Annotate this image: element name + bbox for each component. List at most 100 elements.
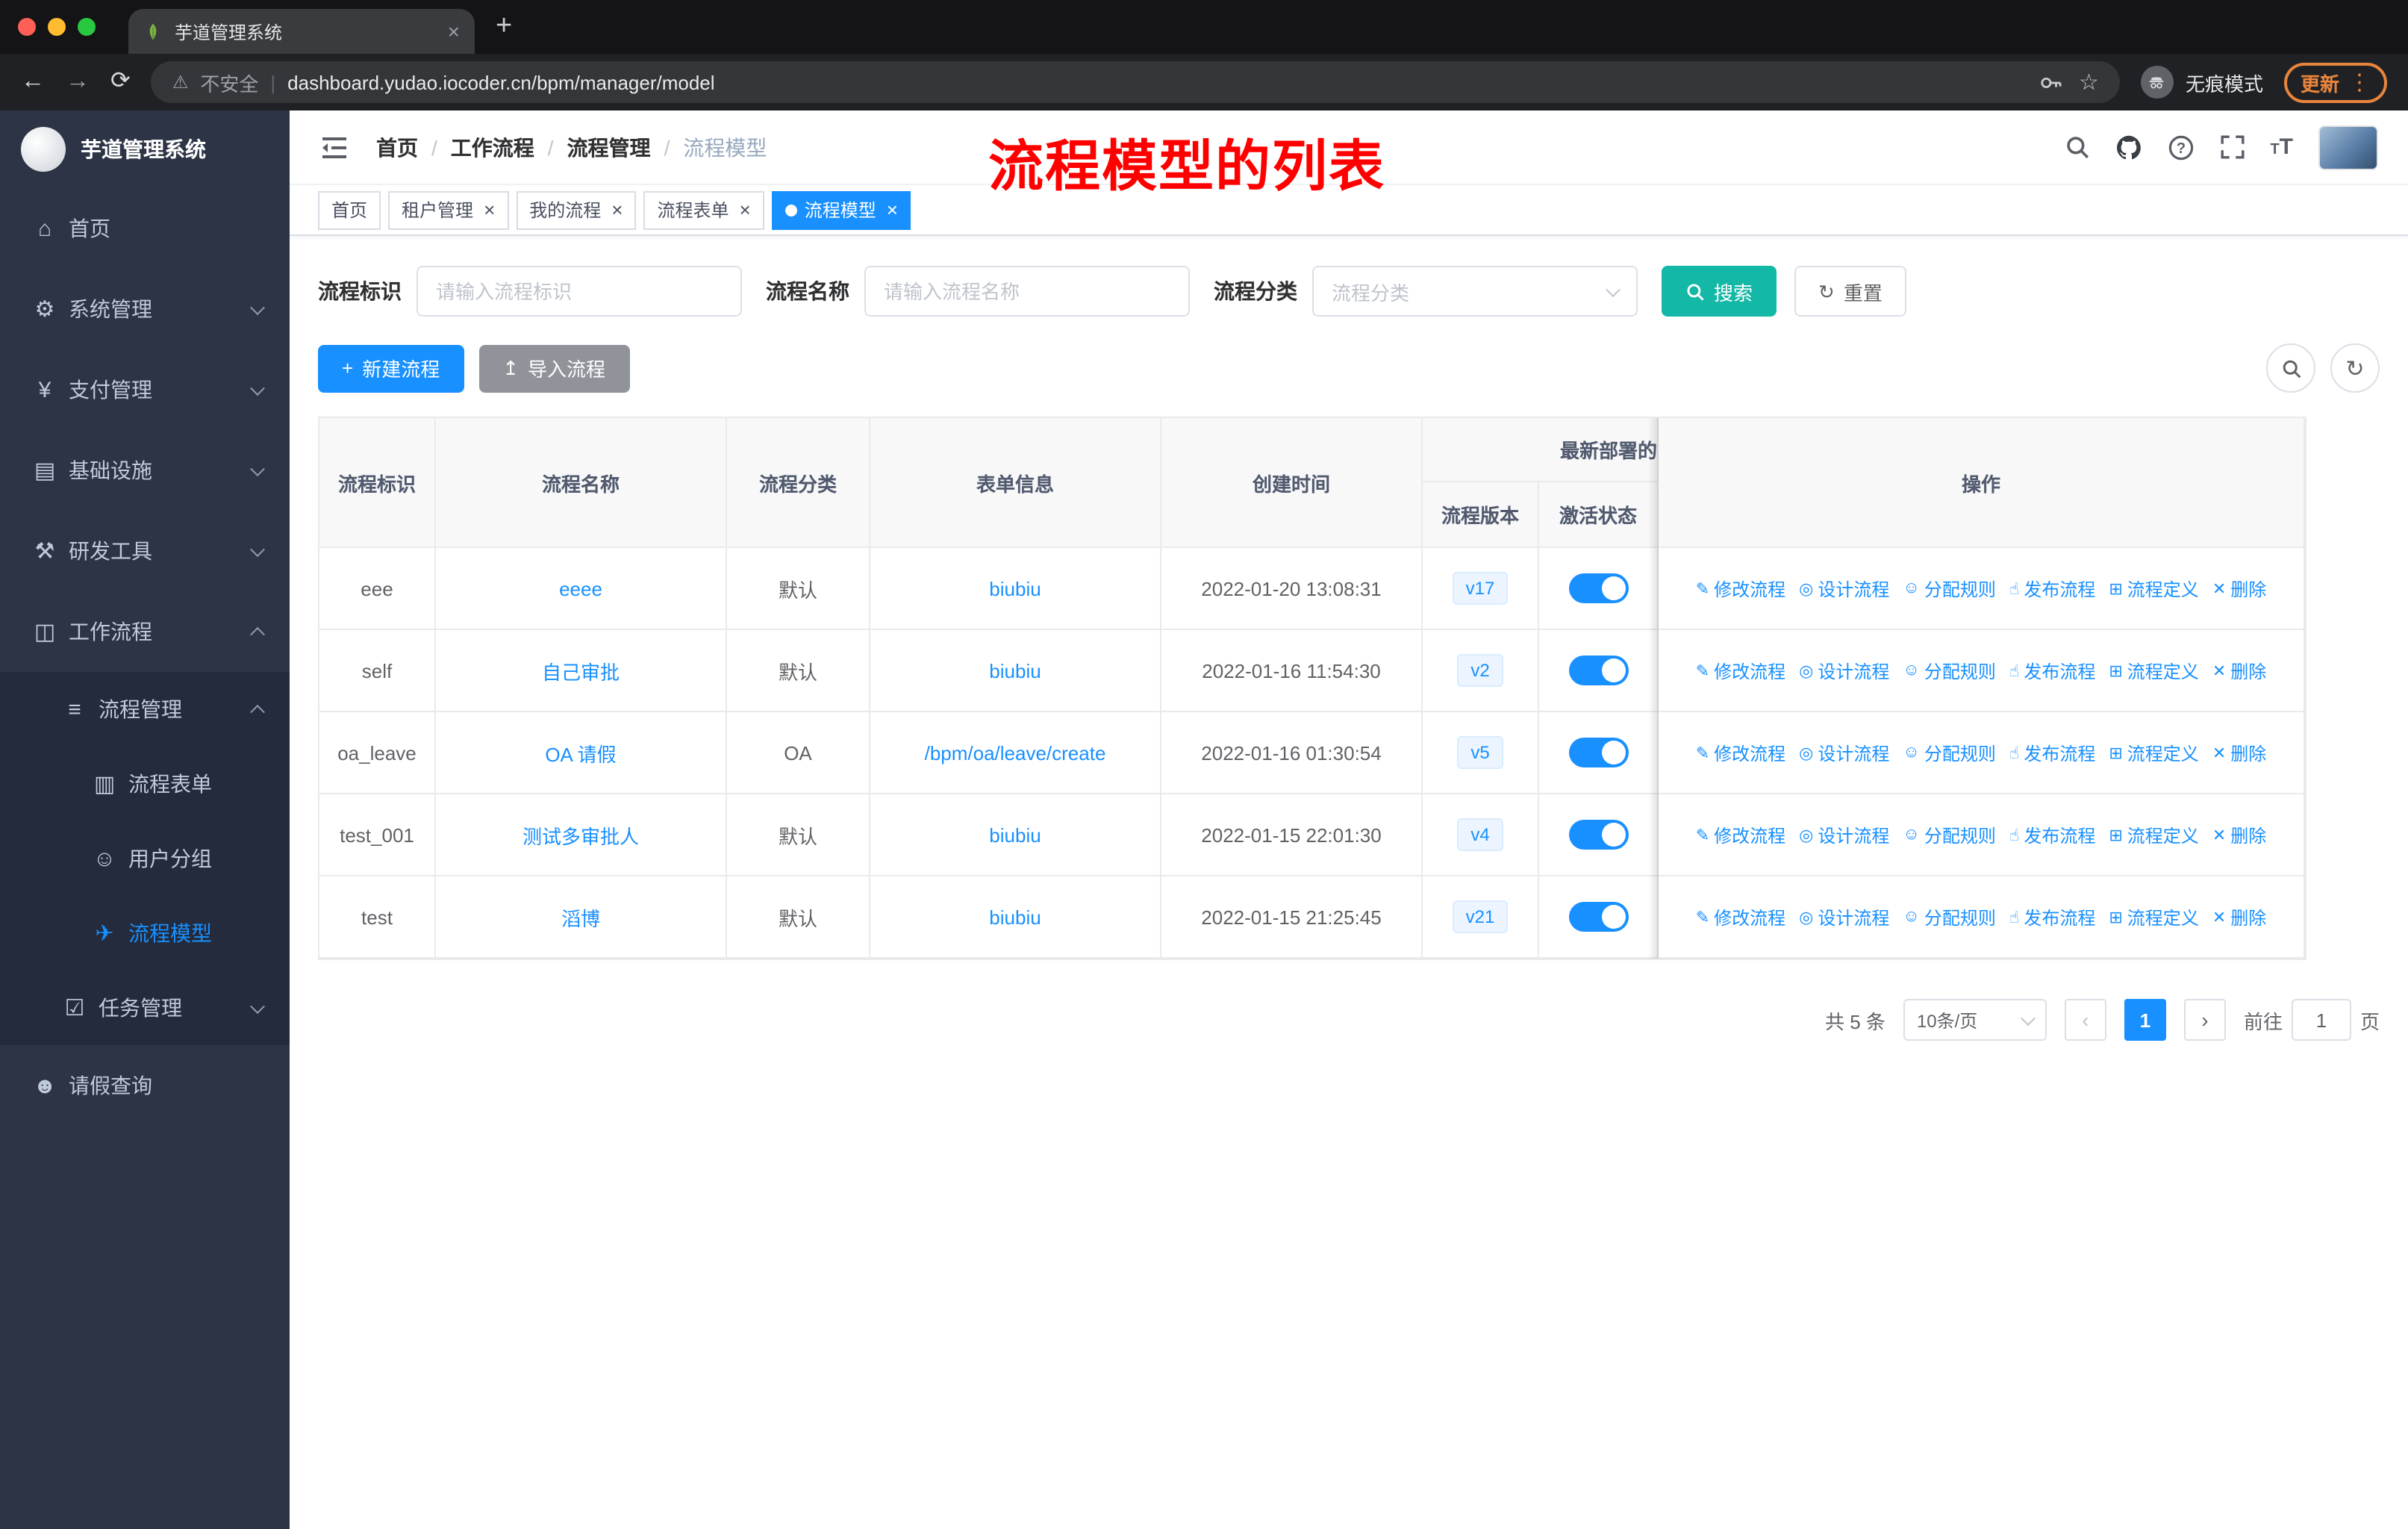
breadcrumb-home[interactable]: 首页 bbox=[376, 132, 418, 162]
action-design[interactable]: ◎ 设计流程 bbox=[1799, 740, 1889, 765]
github-icon[interactable] bbox=[2115, 134, 2142, 161]
prev-page-button[interactable]: ‹ bbox=[2064, 999, 2106, 1041]
action-definition[interactable]: ⊞ 流程定义 bbox=[2109, 904, 2198, 929]
action-publish[interactable]: ☝ 发布流程 bbox=[2009, 658, 2095, 683]
sidebar-item-process-management[interactable]: ≡ 流程管理 bbox=[0, 672, 290, 747]
action-modify[interactable]: ✎ 修改流程 bbox=[1696, 658, 1785, 683]
action-assign[interactable]: ☺ 分配规则 bbox=[1903, 576, 1996, 601]
password-key-icon[interactable] bbox=[2039, 71, 2061, 93]
goto-page-input[interactable] bbox=[2291, 999, 2351, 1041]
sidebar-item-home[interactable]: ⌂ 首页 bbox=[0, 188, 290, 269]
address-bar[interactable]: ⚠ 不安全 | dashboard.yudao.iocoder.cn/bpm/m… bbox=[151, 61, 2120, 103]
action-assign[interactable]: ☺ 分配规则 bbox=[1903, 904, 1996, 929]
action-design[interactable]: ◎ 设计流程 bbox=[1799, 822, 1889, 847]
action-delete[interactable]: ✕ 删除 bbox=[2212, 576, 2266, 601]
tag-1[interactable]: 租户管理 × bbox=[388, 190, 509, 229]
active-toggle[interactable] bbox=[1568, 902, 1628, 932]
form-link[interactable]: biubiu bbox=[989, 906, 1041, 928]
filter-key-input[interactable] bbox=[417, 266, 742, 317]
form-link[interactable]: biubiu bbox=[989, 659, 1041, 682]
action-modify[interactable]: ✎ 修改流程 bbox=[1696, 740, 1785, 765]
action-publish[interactable]: ☝ 发布流程 bbox=[2009, 576, 2095, 601]
sidebar-item-task-management[interactable]: ☑ 任务管理 bbox=[0, 971, 290, 1045]
update-button[interactable]: 更新 ⋮ bbox=[2283, 62, 2387, 102]
window-zoom-button[interactable] bbox=[78, 18, 96, 36]
sidebar-item-payment[interactable]: ¥ 支付管理 bbox=[0, 349, 290, 430]
filter-name-input[interactable] bbox=[864, 266, 1190, 317]
sidebar-item-workflow[interactable]: ◫ 工作流程 bbox=[0, 591, 290, 672]
action-definition[interactable]: ⊞ 流程定义 bbox=[2109, 658, 2198, 683]
sidebar-fold-icon[interactable] bbox=[319, 134, 349, 161]
font-size-icon[interactable]: TT bbox=[2270, 134, 2293, 160]
tag-4[interactable]: 流程模型 × bbox=[771, 190, 911, 229]
breadcrumb-process-management[interactable]: 流程管理 bbox=[567, 132, 651, 162]
active-toggle[interactable] bbox=[1568, 655, 1628, 685]
action-design[interactable]: ◎ 设计流程 bbox=[1799, 576, 1889, 601]
action-delete[interactable]: ✕ 删除 bbox=[2212, 904, 2266, 929]
sidebar-item-process-form[interactable]: ▥ 流程表单 bbox=[0, 747, 290, 821]
create-process-button[interactable]: + 新建流程 bbox=[318, 344, 464, 392]
sidebar-item-system[interactable]: ⚙ 系统管理 bbox=[0, 269, 290, 349]
sidebar-item-process-model[interactable]: ✈ 流程模型 bbox=[0, 896, 290, 971]
action-assign[interactable]: ☺ 分配规则 bbox=[1903, 658, 1996, 683]
sidebar-item-devtools[interactable]: ⚒ 研发工具 bbox=[0, 511, 290, 591]
back-button[interactable]: ← bbox=[21, 69, 45, 94]
help-icon[interactable]: ? bbox=[2167, 134, 2194, 161]
tag-close-icon[interactable]: × bbox=[611, 200, 623, 219]
window-close-button[interactable] bbox=[18, 18, 36, 36]
sidebar-item-leave-query[interactable]: ☻ 请假查询 bbox=[0, 1045, 290, 1126]
action-definition[interactable]: ⊞ 流程定义 bbox=[2109, 576, 2198, 601]
action-delete[interactable]: ✕ 删除 bbox=[2212, 822, 2266, 847]
page-1-button[interactable]: 1 bbox=[2124, 999, 2166, 1041]
form-link[interactable]: biubiu bbox=[989, 823, 1041, 846]
form-link[interactable]: biubiu bbox=[989, 577, 1041, 600]
process-name-link[interactable]: 自己审批 bbox=[542, 656, 620, 685]
user-avatar[interactable] bbox=[2318, 125, 2378, 169]
process-name-link[interactable]: OA 请假 bbox=[545, 738, 616, 767]
tag-3[interactable]: 流程表单 × bbox=[643, 190, 764, 229]
action-modify[interactable]: ✎ 修改流程 bbox=[1696, 576, 1785, 601]
action-design[interactable]: ◎ 设计流程 bbox=[1799, 658, 1889, 683]
filter-category-select[interactable]: 流程分类 bbox=[1312, 266, 1638, 317]
action-publish[interactable]: ☝ 发布流程 bbox=[2009, 904, 2095, 929]
process-name-link[interactable]: eeee bbox=[559, 577, 602, 600]
action-design[interactable]: ◎ 设计流程 bbox=[1799, 904, 1889, 929]
tag-0[interactable]: 首页 bbox=[318, 190, 381, 229]
sidebar-logo[interactable]: 芋道管理系统 bbox=[0, 110, 290, 188]
fullscreen-icon[interactable] bbox=[2219, 134, 2245, 160]
action-modify[interactable]: ✎ 修改流程 bbox=[1696, 904, 1785, 929]
action-modify[interactable]: ✎ 修改流程 bbox=[1696, 822, 1785, 847]
forward-button[interactable]: → bbox=[66, 69, 90, 94]
action-delete[interactable]: ✕ 删除 bbox=[2212, 658, 2266, 683]
action-publish[interactable]: ☝ 发布流程 bbox=[2009, 740, 2095, 765]
active-toggle[interactable] bbox=[1568, 738, 1628, 767]
breadcrumb-workflow[interactable]: 工作流程 bbox=[451, 132, 534, 162]
action-definition[interactable]: ⊞ 流程定义 bbox=[2109, 740, 2198, 765]
search-icon[interactable] bbox=[2064, 134, 2089, 160]
action-definition[interactable]: ⊞ 流程定义 bbox=[2109, 822, 2198, 847]
action-assign[interactable]: ☺ 分配规则 bbox=[1903, 822, 1996, 847]
tab-close-icon[interactable]: × bbox=[448, 19, 460, 43]
active-toggle[interactable] bbox=[1568, 820, 1628, 850]
import-process-button[interactable]: ↥ 导入流程 bbox=[478, 344, 630, 392]
search-button[interactable]: 搜索 bbox=[1662, 266, 1777, 317]
tag-2[interactable]: 我的流程 × bbox=[516, 190, 637, 229]
active-toggle[interactable] bbox=[1568, 573, 1628, 603]
browser-tab[interactable]: 芋道管理系统 × bbox=[128, 9, 475, 54]
next-page-button[interactable]: › bbox=[2183, 999, 2226, 1041]
reload-button[interactable]: ⟳ bbox=[110, 69, 131, 94]
form-link[interactable]: /bpm/oa/leave/create bbox=[925, 741, 1106, 764]
toggle-search-button[interactable] bbox=[2266, 343, 2315, 393]
sidebar-item-user-group[interactable]: ☺ 用户分组 bbox=[0, 821, 290, 896]
sidebar-item-infrastructure[interactable]: ▤ 基础设施 bbox=[0, 430, 290, 511]
tag-close-icon[interactable]: × bbox=[740, 200, 751, 219]
browser-menu-icon[interactable]: ⋮ bbox=[2348, 69, 2371, 96]
refresh-button[interactable]: ↻ bbox=[2330, 343, 2380, 393]
action-assign[interactable]: ☺ 分配规则 bbox=[1903, 740, 1996, 765]
bookmark-star-icon[interactable]: ☆ bbox=[2079, 69, 2099, 96]
new-tab-button[interactable]: + bbox=[496, 10, 512, 43]
action-delete[interactable]: ✕ 删除 bbox=[2212, 740, 2266, 765]
action-publish[interactable]: ☝ 发布流程 bbox=[2009, 822, 2095, 847]
reset-button[interactable]: ↻ 重置 bbox=[1794, 266, 1906, 317]
page-size-select[interactable]: 10条/页 bbox=[1903, 999, 2047, 1041]
